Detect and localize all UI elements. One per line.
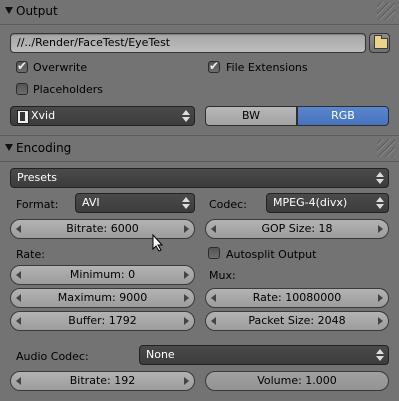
audio-bitrate-field[interactable]: Bitrate: 192 (10, 371, 195, 391)
panel-drag-grip-icon[interactable] (377, 2, 395, 20)
color-bw-button[interactable]: BW (205, 106, 297, 126)
gop-size-field[interactable]: GOP Size: 18 (205, 219, 389, 239)
audio-bitrate-value: Bitrate: 192 (69, 374, 136, 387)
packet-size-field[interactable]: Packet Size: 2048 (205, 311, 389, 331)
browse-folder-button[interactable] (369, 33, 390, 53)
folder-icon (374, 35, 388, 49)
updown-arrows-icon (182, 109, 190, 123)
audio-codec-label: Audio Codec: (16, 350, 89, 363)
color-rgb-button[interactable]: RGB (297, 106, 389, 126)
file-format-value: Xvid (31, 109, 56, 122)
decrement-arrow-icon[interactable] (16, 377, 21, 385)
output-panel-title: Output (16, 4, 58, 18)
output-panel-header[interactable]: Output (0, 0, 399, 24)
bitrate-field[interactable]: Bitrate: 6000 (10, 219, 195, 239)
format-label: Format: (16, 198, 59, 211)
increment-arrow-icon[interactable] (378, 294, 383, 302)
divider (0, 135, 399, 136)
increment-arrow-icon[interactable] (184, 271, 189, 279)
volume-slider[interactable]: Volume: 1.000 (205, 371, 389, 391)
divider (0, 161, 399, 162)
mouse-cursor-icon (152, 234, 164, 252)
placeholders-checkbox[interactable] (16, 83, 28, 95)
panel-drag-grip-icon[interactable] (377, 139, 395, 157)
decrement-arrow-icon[interactable] (211, 294, 216, 302)
audio-codec-menu[interactable]: None (139, 345, 389, 365)
updown-arrows-icon (376, 171, 384, 185)
increment-arrow-icon[interactable] (184, 294, 189, 302)
file-extensions-checkbox[interactable] (208, 59, 220, 73)
decrement-arrow-icon[interactable] (16, 294, 21, 302)
file-format-menu[interactable]: Xvid (10, 106, 195, 126)
output-path-field[interactable]: //../Render/FaceTest/EyeTest (10, 33, 366, 53)
mux-rate-field[interactable]: Rate: 10080000 (205, 288, 389, 308)
container-format-menu[interactable]: AVI (75, 193, 195, 213)
mux-rate-value: Rate: 10080000 (252, 291, 342, 304)
overwrite-label: Overwrite (33, 61, 88, 74)
presets-menu[interactable]: Presets (10, 168, 389, 188)
autosplit-checkbox[interactable] (208, 247, 220, 259)
increment-arrow-icon[interactable] (184, 317, 189, 325)
minimum-rate-value: Minimum: 0 (69, 268, 136, 281)
increment-arrow-icon[interactable] (184, 377, 189, 385)
presets-label: Presets (17, 171, 58, 184)
increment-arrow-icon[interactable] (378, 317, 383, 325)
volume-value: Volume: 1.000 (257, 374, 337, 387)
maximum-rate-field[interactable]: Maximum: 9000 (10, 288, 195, 308)
increment-arrow-icon[interactable] (184, 225, 189, 233)
buffer-value: Buffer: 1792 (68, 314, 137, 327)
buffer-field[interactable]: Buffer: 1792 (10, 311, 195, 331)
collapse-triangle-icon[interactable] (5, 144, 13, 151)
rate-label: Rate: (16, 248, 45, 261)
autosplit-label: Autosplit Output (226, 248, 317, 261)
divider (0, 24, 399, 25)
updown-arrows-icon (376, 348, 384, 362)
decrement-arrow-icon[interactable] (211, 225, 216, 233)
decrement-arrow-icon[interactable] (211, 317, 216, 325)
codec-label: Codec: (209, 198, 247, 211)
mux-label: Mux: (209, 269, 236, 282)
overwrite-checkbox[interactable] (16, 59, 28, 73)
collapse-triangle-icon[interactable] (5, 7, 13, 14)
decrement-arrow-icon[interactable] (16, 225, 21, 233)
bitrate-value: Bitrate: 6000 (66, 222, 139, 235)
placeholders-label: Placeholders (33, 83, 104, 96)
container-format-value: AVI (82, 196, 100, 209)
increment-arrow-icon[interactable] (378, 225, 383, 233)
decrement-arrow-icon[interactable] (16, 317, 21, 325)
audio-codec-value: None (146, 348, 175, 361)
encoding-panel-header[interactable]: Encoding (0, 137, 399, 161)
encoding-panel-title: Encoding (16, 141, 72, 155)
minimum-rate-field[interactable]: Minimum: 0 (10, 265, 195, 285)
film-icon (17, 110, 29, 124)
decrement-arrow-icon[interactable] (16, 271, 21, 279)
updown-arrows-icon (376, 196, 384, 210)
codec-value: MPEG-4(divx) (273, 196, 348, 209)
updown-arrows-icon (182, 196, 190, 210)
gop-size-value: GOP Size: 18 (261, 222, 333, 235)
maximum-rate-value: Maximum: 9000 (57, 291, 148, 304)
codec-menu[interactable]: MPEG-4(divx) (266, 193, 389, 213)
file-extensions-label: File Extensions (226, 61, 308, 74)
packet-size-value: Packet Size: 2048 (248, 314, 346, 327)
